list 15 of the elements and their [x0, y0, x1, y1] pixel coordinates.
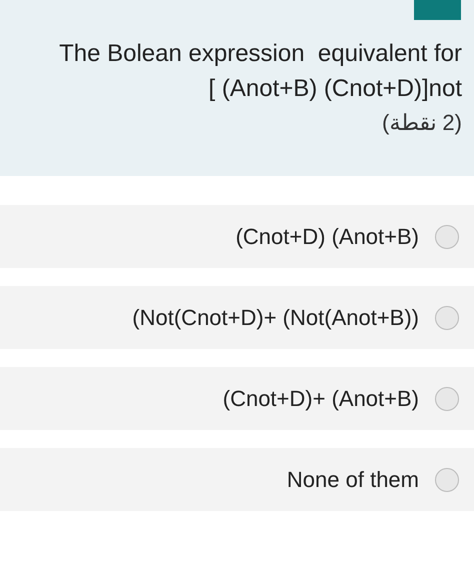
answer-option[interactable]: (Not(Cnot+D)+ (Not(Anot+B)): [0, 286, 474, 349]
option-label: (Cnot+D) (Anot+B): [236, 224, 419, 250]
radio-button[interactable]: [435, 386, 459, 410]
radio-button[interactable]: [435, 468, 459, 492]
option-label: None of them: [286, 466, 419, 492]
radio-button[interactable]: [435, 306, 459, 330]
question-text: The Bolean expression equivalent for [ (Anot+B) (Cnot+D)]not: [58, 39, 462, 104]
answer-option[interactable]: (Cnot+D)+ (Anot+B): [0, 367, 474, 430]
radio-button[interactable]: [435, 224, 459, 248]
option-label: (Cnot+D)+ (Anot+B): [222, 386, 419, 412]
answer-option[interactable]: None of them: [0, 448, 474, 511]
question-number-badge: [414, 0, 461, 20]
points-label: (2 نقطة): [380, 109, 462, 137]
option-label: (Not(Cnot+D)+ (Not(Anot+B)): [132, 304, 419, 330]
answer-option[interactable]: (Cnot+D) (Anot+B): [0, 205, 474, 268]
